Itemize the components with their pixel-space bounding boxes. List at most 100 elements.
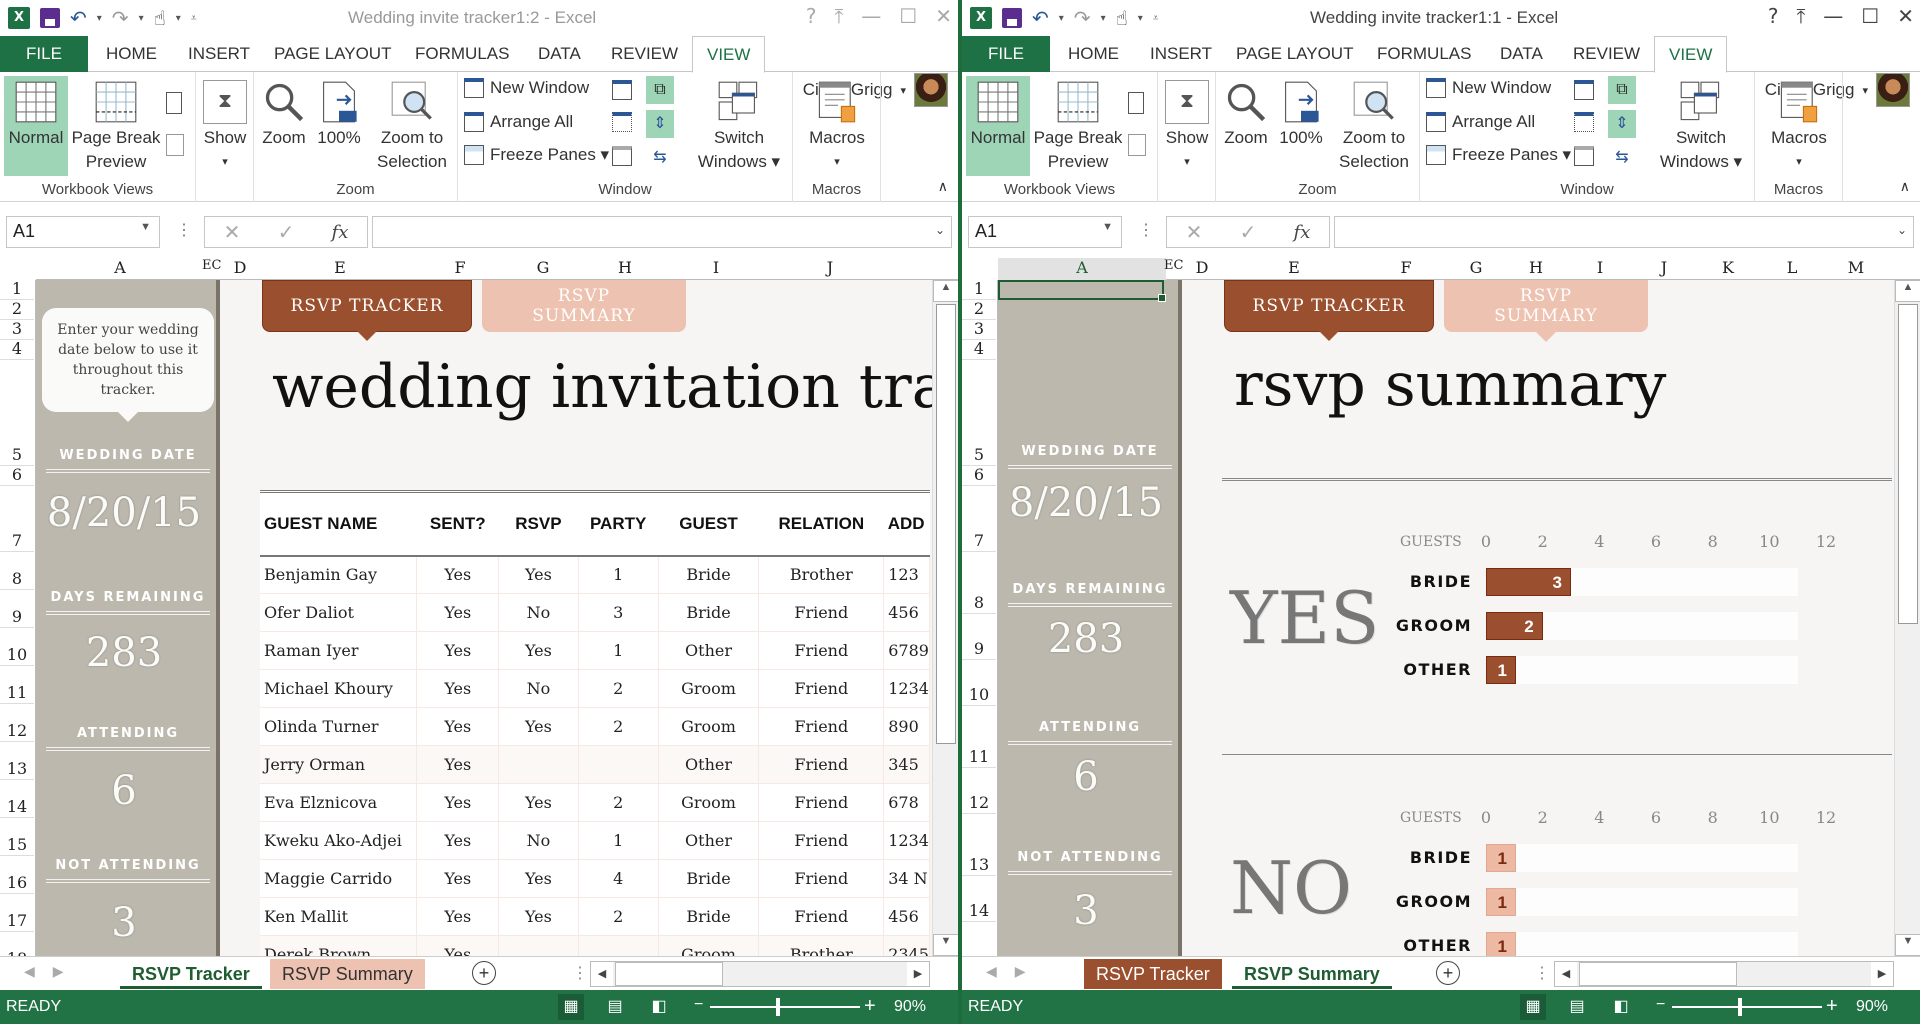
column-header-f[interactable]: F bbox=[1364, 258, 1448, 277]
relation-cell[interactable]: Friend bbox=[758, 783, 885, 822]
zoom-in-icon[interactable]: + bbox=[864, 995, 876, 1018]
zoom-percent[interactable]: 90% bbox=[894, 998, 926, 1016]
guest-name-cell[interactable]: Derek Brown bbox=[260, 935, 418, 956]
address-cell[interactable]: 890 bbox=[883, 707, 930, 746]
touch-dropdown-icon[interactable]: ▾ bbox=[1138, 13, 1143, 24]
row-header[interactable]: 4 bbox=[962, 340, 996, 360]
vertical-scrollbar[interactable]: ▲ ▼ bbox=[1894, 280, 1920, 956]
wedding-date-value[interactable]: 8/20/15 bbox=[36, 490, 212, 536]
row-header[interactable]: 2 bbox=[962, 300, 996, 320]
address-cell[interactable]: 345 bbox=[883, 745, 930, 784]
bar[interactable]: 1 bbox=[1486, 932, 1516, 956]
help-icon[interactable]: ? bbox=[1768, 4, 1779, 28]
scroll-up-icon[interactable]: ▲ bbox=[1895, 280, 1920, 302]
hide-icon[interactable] bbox=[1574, 112, 1594, 132]
relation-cell[interactable]: Friend bbox=[758, 821, 885, 860]
tab-data[interactable]: DATA bbox=[1500, 36, 1543, 72]
customize-qat-icon[interactable]: ⩡ bbox=[191, 13, 197, 24]
sent-cell[interactable]: Yes bbox=[416, 821, 500, 860]
formula-bar-grip-icon[interactable]: ⋮ bbox=[1138, 220, 1154, 240]
sent-cell[interactable]: Yes bbox=[416, 555, 500, 594]
enter-icon[interactable]: ✓ bbox=[1240, 220, 1257, 245]
header-sent[interactable]: SENT? bbox=[416, 490, 499, 557]
guest-name-cell[interactable]: Kweku Ako-Adjei bbox=[260, 821, 418, 860]
scroll-right-icon[interactable]: ▶ bbox=[907, 962, 929, 986]
show-button[interactable]: ⧗ Show ▾ bbox=[1162, 76, 1212, 176]
nav-rsvp-tracker-button[interactable]: RSVP TRACKER bbox=[1224, 280, 1434, 341]
row-header[interactable]: 3 bbox=[0, 320, 34, 340]
row-header[interactable]: 4 bbox=[0, 340, 34, 360]
horizontal-scroll-thumb[interactable] bbox=[615, 962, 723, 986]
column-header-d[interactable]: D bbox=[222, 258, 258, 277]
row-header[interactable]: 3 bbox=[962, 320, 996, 340]
rsvp-cell[interactable] bbox=[498, 745, 579, 784]
row-header[interactable]: 14 bbox=[962, 876, 996, 922]
column-header-h[interactable]: H bbox=[584, 258, 666, 277]
sent-cell[interactable]: Yes bbox=[416, 745, 500, 784]
row-header[interactable]: 7 bbox=[962, 486, 996, 552]
synchronous-scrolling-icon[interactable]: ⇕ bbox=[1608, 110, 1636, 138]
party-cell[interactable]: 2 bbox=[578, 707, 659, 746]
party-cell[interactable]: 3 bbox=[578, 593, 659, 632]
tab-review[interactable]: REVIEW bbox=[611, 36, 678, 72]
redo-dropdown-icon[interactable]: ▾ bbox=[1101, 13, 1106, 24]
guest-side-cell[interactable]: Groom bbox=[658, 669, 760, 708]
zoom-percent[interactable]: 90% bbox=[1856, 998, 1888, 1016]
page-layout-view-icon[interactable] bbox=[166, 92, 182, 114]
zoom-in-icon[interactable]: + bbox=[1826, 995, 1838, 1018]
collapse-ribbon-icon[interactable]: ∧ bbox=[1900, 178, 1910, 195]
column-header-f[interactable]: F bbox=[418, 258, 502, 277]
party-cell[interactable]: 1 bbox=[578, 631, 659, 670]
switch-windows-button[interactable]: Switch Windows ▾ bbox=[1656, 76, 1746, 176]
header-rsvp[interactable]: RSVP bbox=[498, 490, 579, 557]
column-header-i[interactable]: I bbox=[1568, 258, 1632, 277]
row-header[interactable]: 12 bbox=[962, 768, 996, 814]
insert-function-icon[interactable]: fx bbox=[332, 222, 349, 243]
page-layout-icon[interactable]: ▤ bbox=[602, 994, 628, 1020]
scroll-up-icon[interactable]: ▲ bbox=[933, 280, 958, 302]
zoom-100-button[interactable]: 100% bbox=[1276, 76, 1326, 176]
relation-cell[interactable]: Friend bbox=[758, 859, 885, 898]
guest-side-cell[interactable]: Bride bbox=[658, 859, 760, 898]
tab-formulas[interactable]: FORMULAS bbox=[415, 36, 509, 72]
row-header[interactable]: 5 bbox=[0, 360, 34, 466]
row-header[interactable]: 2 bbox=[0, 300, 34, 320]
formula-input[interactable]: ⌄ bbox=[372, 216, 952, 248]
row-header[interactable]: 5 bbox=[962, 360, 996, 466]
row-header[interactable]: 10 bbox=[0, 628, 34, 666]
zoom-out-icon[interactable]: − bbox=[1656, 996, 1665, 1014]
row-header[interactable]: 9 bbox=[0, 590, 34, 628]
bar[interactable]: 3 bbox=[1486, 568, 1571, 596]
custom-views-icon[interactable] bbox=[1128, 134, 1146, 156]
insert-function-icon[interactable]: fx bbox=[1294, 222, 1311, 243]
page-break-view-icon[interactable]: ◧ bbox=[1608, 994, 1634, 1020]
page-break-view-icon[interactable]: ◧ bbox=[646, 994, 672, 1020]
zoom-out-icon[interactable]: − bbox=[694, 996, 703, 1014]
guest-name-cell[interactable]: Maggie Carrido bbox=[260, 859, 418, 898]
show-button[interactable]: ⧗ Show ▾ bbox=[200, 76, 250, 176]
save-icon[interactable] bbox=[1002, 8, 1022, 28]
address-cell[interactable]: 2345 bbox=[883, 935, 930, 956]
column-header-a[interactable]: A bbox=[36, 258, 204, 277]
tab-file[interactable]: FILE bbox=[0, 36, 88, 72]
tab-page-layout[interactable]: PAGE LAYOUT bbox=[274, 36, 391, 72]
column-header-d[interactable]: D bbox=[1184, 258, 1220, 277]
worksheet-grid[interactable]: A EC D E F G H I J K L M 1 2 3 4 5 6 7 8 9 10 11 12… bbox=[962, 256, 1920, 956]
zoom-slider-knob[interactable] bbox=[1738, 998, 1742, 1016]
expand-formula-icon[interactable]: ⌄ bbox=[935, 223, 945, 237]
guest-side-cell[interactable]: Other bbox=[658, 745, 760, 784]
scroll-left-icon[interactable]: ◀ bbox=[1555, 962, 1577, 986]
page-layout-view-icon[interactable] bbox=[1128, 92, 1144, 114]
sent-cell[interactable]: Yes bbox=[416, 707, 500, 746]
column-header-m[interactable]: M bbox=[1824, 258, 1888, 277]
name-box-dropdown-icon[interactable]: ▼ bbox=[140, 221, 151, 233]
touch-dropdown-icon[interactable]: ▾ bbox=[176, 13, 181, 24]
worksheet-grid[interactable]: A EC D E F G H I J 1 2 3 4 5 6 7 8 9 10 11 12 13 14 15… bbox=[0, 256, 958, 956]
wedding-date-value[interactable]: 8/20/15 bbox=[998, 480, 1174, 526]
sent-cell[interactable]: Yes bbox=[416, 669, 500, 708]
rsvp-cell[interactable]: Yes bbox=[498, 897, 579, 936]
rsvp-cell[interactable]: Yes bbox=[498, 783, 579, 822]
horizontal-scrollbar[interactable]: ◀ ▶ bbox=[590, 961, 930, 987]
normal-view-button[interactable]: Normal bbox=[4, 76, 68, 176]
macros-button[interactable]: Macros ▾ bbox=[797, 76, 877, 176]
